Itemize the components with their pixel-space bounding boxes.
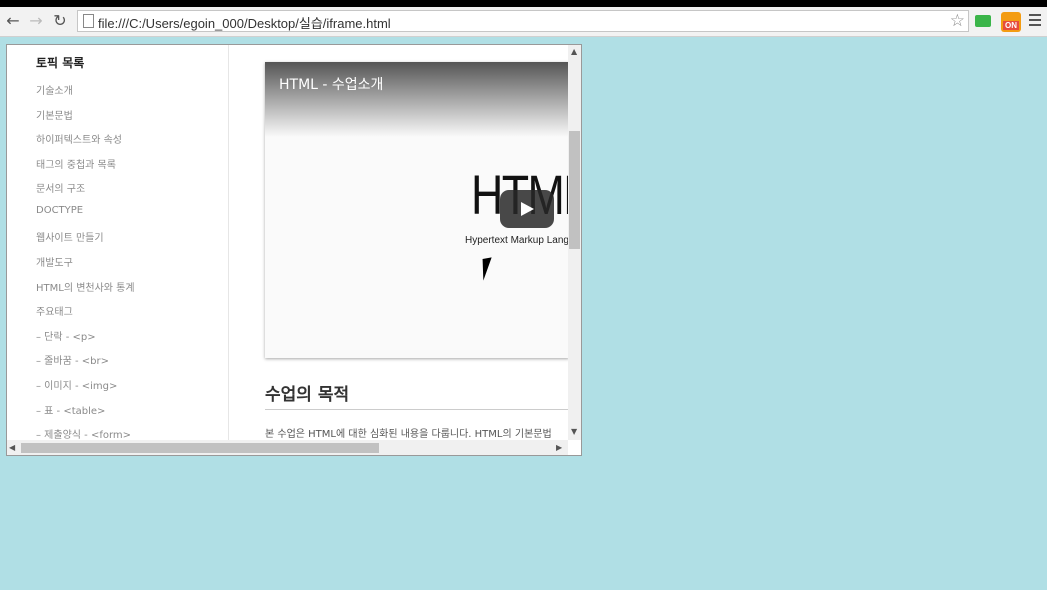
sidebar-item[interactable]: – 줄바꿈 - <br>: [36, 352, 109, 367]
sidebar-item[interactable]: 주요태그: [36, 303, 73, 318]
scroll-up-icon[interactable]: ▲: [571, 47, 577, 57]
browser-toolbar: ← → ↻ file:///C:/Users/egoin_000/Desktop…: [0, 7, 1047, 37]
scroll-right-icon[interactable]: ▶: [556, 443, 562, 453]
sidebar-item[interactable]: 기본문법: [36, 107, 73, 122]
page-icon: [83, 14, 94, 28]
bookmark-star-icon[interactable]: ☆: [950, 11, 965, 31]
sidebar-title: 토픽 목록: [36, 56, 85, 70]
iframe-viewport[interactable]: 토픽 목록 기술소개 기본문법 하이퍼텍스트와 속성 태그의 중첩과 목록 문서…: [6, 44, 582, 456]
section-body-text: 본 수업은 HTML에 대한 심화된 내용을 다룹니다. HTML의 기본문법: [265, 429, 552, 440]
play-button[interactable]: [500, 190, 554, 228]
sidebar-item[interactable]: 태그의 중첩과 목록: [36, 156, 116, 171]
video-thumbnail-subtitle: Hypertext Markup Language: [465, 235, 569, 246]
sidebar-item[interactable]: HTML의 변천사와 통계: [36, 279, 135, 294]
topic-sidebar: 토픽 목록 기술소개 기본문법 하이퍼텍스트와 속성 태그의 중첩과 목록 문서…: [7, 45, 229, 441]
sidebar-item[interactable]: 문서의 구조: [36, 180, 85, 195]
back-icon[interactable]: ←: [4, 12, 22, 30]
url-text[interactable]: file:///C:/Users/egoin_000/Desktop/실습/if…: [98, 13, 391, 32]
vertical-scrollbar[interactable]: ▲ ▼: [568, 45, 581, 440]
sidebar-item[interactable]: 하이퍼텍스트와 속성: [36, 131, 122, 146]
vertical-scroll-thumb[interactable]: [569, 131, 580, 249]
menu-icon[interactable]: [1029, 14, 1041, 29]
section-divider: [265, 409, 569, 410]
sidebar-item[interactable]: 기술소개: [36, 82, 73, 97]
horizontal-scroll-thumb[interactable]: [21, 443, 379, 453]
address-bar[interactable]: file:///C:/Users/egoin_000/Desktop/실습/if…: [77, 10, 969, 32]
sidebar-item[interactable]: 웹사이트 만들기: [36, 229, 104, 244]
extension-icon[interactable]: [975, 15, 991, 27]
scroll-left-icon[interactable]: ◀: [9, 443, 15, 453]
section-heading: 수업의 목적: [265, 385, 350, 405]
sidebar-item[interactable]: – 단락 - <p>: [36, 328, 96, 343]
sidebar-item[interactable]: 개발도구: [36, 254, 73, 269]
play-icon: [521, 202, 534, 216]
reload-icon[interactable]: ↻: [51, 12, 69, 30]
horizontal-scrollbar[interactable]: ◀ ▶: [7, 440, 568, 455]
extension-badge: ON: [1003, 21, 1019, 30]
window-top-edge: [0, 0, 1047, 7]
extension-on-icon[interactable]: ON: [1001, 12, 1021, 32]
video-title[interactable]: HTML - 수업소개: [279, 74, 383, 94]
sidebar-item[interactable]: – 표 - <table>: [36, 402, 105, 417]
sidebar-item[interactable]: – 제출양식 - <form>: [36, 426, 131, 441]
sidebar-item[interactable]: – 이미지 - <img>: [36, 377, 117, 392]
youtube-embed[interactable]: HTML - 수업소개 HTML Hypertext Markup Langua…: [265, 62, 569, 358]
scroll-down-icon[interactable]: ▼: [571, 427, 577, 437]
mouse-cursor-icon: [482, 257, 493, 281]
forward-icon[interactable]: →: [27, 12, 45, 30]
sidebar-item[interactable]: DOCTYPE: [36, 205, 83, 216]
